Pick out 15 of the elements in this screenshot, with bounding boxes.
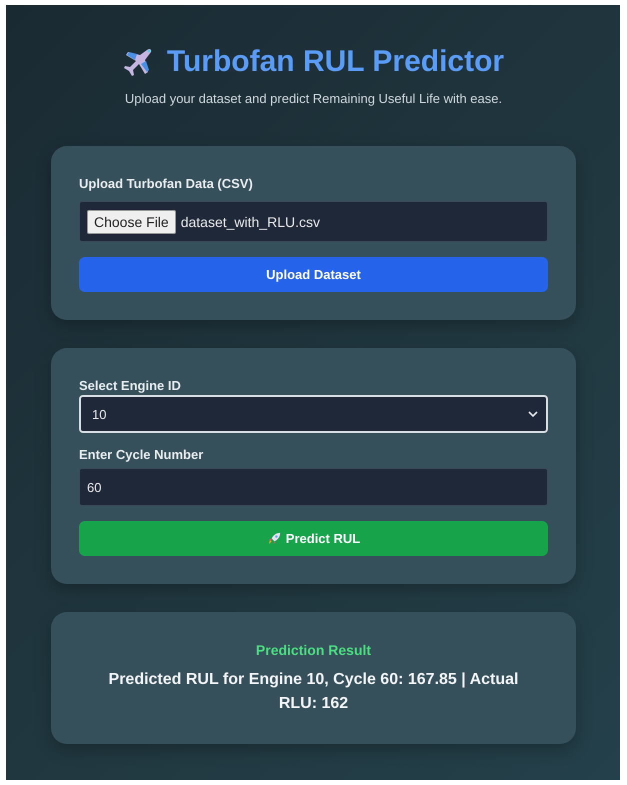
result-title: Prediction Result [256, 642, 372, 658]
field-label: Enter Cycle Number [79, 447, 204, 462]
page-subtitle: Upload your dataset and predict Remaining Useful Life with ease. [124, 91, 502, 106]
chevron-down-icon [528, 411, 538, 417]
field-label: Select Engine ID [79, 378, 181, 393]
file-name: dataset_with_RLU.csv [180, 214, 320, 230]
choose-file-button[interactable]: Choose File [87, 210, 176, 234]
result-text: Predicted RUL for Engine 10, Cycle 60: 167.85 | Actual RLU: 162 [108, 670, 520, 714]
rocket-icon [266, 531, 282, 546]
upload-button[interactable]: Upload Dataset [79, 257, 548, 292]
file-input-field[interactable]: Choose File dataset_with_RLU.csv [79, 201, 548, 242]
engine-select[interactable]: 10 [79, 395, 548, 433]
cycle-input[interactable]: 60 [79, 468, 548, 506]
field-label: Upload Turbofan Data (CSV) [79, 176, 253, 191]
page-title: Turbofan RUL Predictor [166, 45, 504, 79]
